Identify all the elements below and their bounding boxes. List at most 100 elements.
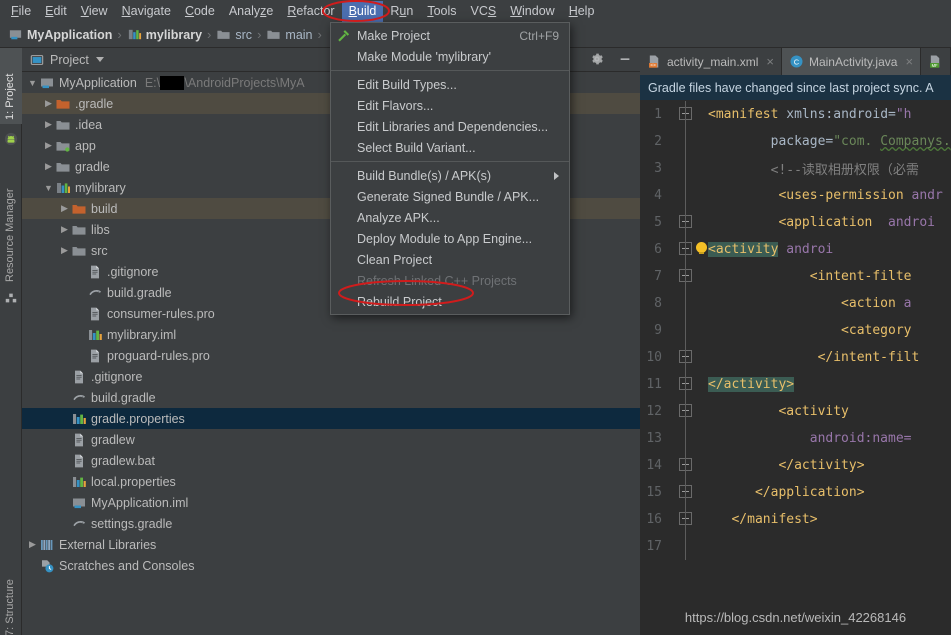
tree-row[interactable]: ▶ gradle.properties — [22, 408, 640, 429]
gradle-sync-notification-banner[interactable]: Gradle files have changed since last pro… — [640, 75, 951, 101]
chevron-right-icon[interactable]: ▶ — [58, 203, 71, 214]
gradle-file-icon — [73, 520, 85, 526]
java-class-icon: C — [790, 55, 803, 68]
chevron-right-icon[interactable]: ▶ — [42, 161, 55, 172]
menu-item-window[interactable]: Window — [503, 1, 561, 22]
breadcrumb-item-label: mylibrary — [145, 27, 203, 42]
chevron-down-icon[interactable]: ▼ — [26, 78, 39, 88]
minimize-icon[interactable] — [618, 52, 632, 66]
editor-gutter[interactable] — [670, 317, 708, 344]
editor-gutter[interactable] — [670, 506, 708, 533]
gradle-sync-notification-text: Gradle files have changed since last pro… — [648, 80, 934, 95]
menu-item-code[interactable]: Code — [178, 1, 222, 22]
editor-gutter[interactable] — [670, 209, 708, 236]
close-icon[interactable]: × — [766, 54, 774, 69]
editor-tab-manifest[interactable]: MF — [921, 48, 951, 75]
gear-icon[interactable] — [590, 52, 604, 66]
chevron-right-icon[interactable]: ▶ — [42, 119, 55, 130]
code-token: package= — [708, 134, 834, 149]
code-line-text: <category — [708, 323, 951, 338]
sidebar-item-project[interactable]: 1: Project — [0, 48, 22, 124]
chevron-right-icon[interactable]: ▶ — [58, 245, 71, 256]
build-menu-item-select-build-variant[interactable]: Select Build Variant... — [331, 137, 569, 158]
build-menu-dropdown[interactable]: Make Project Ctrl+F9 Make Module 'mylibrar… — [330, 22, 570, 315]
build-menu-item-edit-flavors[interactable]: Edit Flavors... — [331, 95, 569, 116]
build-menu-item-generate-signed-bundle-apk[interactable]: Generate Signed Bundle / APK... — [331, 186, 569, 207]
build-menu-item-edit-libraries-and-dependencies[interactable]: Edit Libraries and Dependencies... — [331, 116, 569, 137]
tree-spacer: ▶ — [58, 476, 71, 487]
breadcrumb-item-main[interactable]: main — [266, 27, 313, 42]
chevron-right-icon[interactable]: ▶ — [42, 98, 55, 109]
menu-item-run[interactable]: Run — [383, 1, 420, 22]
breadcrumb-item-myapplication[interactable]: MyApplication — [8, 27, 112, 42]
editor-gutter[interactable] — [670, 479, 708, 506]
tree-row[interactable]: ▶ proguard-rules.pro — [22, 345, 640, 366]
editor-tab-mainactivity-java[interactable]: C MainActivity.java × — [781, 48, 922, 75]
menu-item-tools[interactable]: Tools — [420, 1, 463, 22]
breadcrumb-item-label: MyApplication — [27, 27, 113, 42]
editor-gutter[interactable] — [670, 533, 708, 560]
menu-item-edit[interactable]: Edit — [38, 1, 74, 22]
tree-row[interactable]: ▶ settings.gradle — [22, 513, 640, 534]
code-token: androi — [778, 242, 834, 257]
chevron-right-icon[interactable]: ▶ — [42, 140, 55, 151]
code-editor[interactable]: 1 <manifest xmlns:android="h 2 package="co… — [640, 101, 951, 635]
build-menu-item-clean-project[interactable]: Clean Project — [331, 249, 569, 270]
tree-row-label: local.properties — [91, 474, 176, 489]
build-menu-item-build-bundle-s-apk-s[interactable]: Build Bundle(s) / APK(s) — [331, 165, 569, 186]
code-line: 5 <application androi — [640, 209, 951, 236]
build-menu-item-rebuild-project[interactable]: Rebuild Project — [331, 291, 569, 312]
menu-item-analyze[interactable]: Analyze — [222, 1, 280, 22]
chevron-down-icon[interactable] — [95, 57, 104, 62]
editor-tab-activity-main-xml[interactable]: <> activity_main.xml × — [640, 48, 782, 75]
chevron-right-icon[interactable]: ▶ — [26, 539, 39, 550]
tree-row[interactable]: ▶ build.gradle — [22, 387, 640, 408]
breadcrumb-item-mylibrary[interactable]: mylibrary — [127, 27, 202, 42]
menu-item-refactor[interactable]: Refactor — [280, 1, 341, 22]
chevron-down-icon[interactable]: ▼ — [42, 183, 55, 193]
editor-gutter[interactable] — [670, 452, 708, 479]
tree-row[interactable]: ▶ MyApplication.iml — [22, 492, 640, 513]
build-menu-item-label: Rebuild Project — [357, 294, 442, 309]
build-menu-item-make-project[interactable]: Make Project Ctrl+F9 — [331, 25, 569, 46]
manifest-icon: MF — [930, 55, 940, 68]
line-number: 7 — [654, 269, 662, 284]
tree-row[interactable]: ▶ gradlew.bat — [22, 450, 640, 471]
sidebar-item-structure-label: 7: Structure — [4, 579, 16, 635]
build-menu-item-analyze-apk[interactable]: Analyze APK... — [331, 207, 569, 228]
breadcrumb-item-src[interactable]: src — [216, 27, 252, 42]
menu-item-help[interactable]: Help — [562, 1, 602, 22]
chevron-right-icon[interactable]: ▶ — [58, 224, 71, 235]
menu-item-vcs[interactable]: VCS — [464, 1, 504, 22]
editor-gutter[interactable] — [670, 344, 708, 371]
editor-gutter[interactable] — [670, 425, 708, 452]
menu-item-build[interactable]: Build — [341, 0, 384, 22]
sidebar-item-resource-manager[interactable]: Resource Manager — [0, 154, 22, 286]
editor-gutter[interactable] — [670, 182, 708, 209]
menu-item-view[interactable]: View — [74, 1, 115, 22]
tree-row[interactable]: ▶ Scratches and Consoles — [22, 555, 640, 576]
sidebar-item-structure[interactable]: 7: Structure — [0, 548, 22, 635]
menu-item-file[interactable]: File — [4, 1, 38, 22]
editor-gutter[interactable] — [670, 371, 708, 398]
editor-gutter[interactable] — [670, 398, 708, 425]
tree-row[interactable]: ▶ .gitignore — [22, 366, 640, 387]
tree-row[interactable]: ▶ gradlew — [22, 429, 640, 450]
intention-bulb-icon[interactable] — [696, 242, 707, 254]
editor-gutter[interactable] — [670, 290, 708, 317]
editor-gutter[interactable] — [670, 128, 708, 155]
build-menu-item-deploy-module-to-app-engine[interactable]: Deploy Module to App Engine... — [331, 228, 569, 249]
close-icon[interactable]: × — [905, 54, 913, 69]
editor-gutter[interactable] — [670, 155, 708, 182]
editor-gutter[interactable] — [670, 236, 708, 263]
tree-row[interactable]: ▶ mylibrary.iml — [22, 324, 640, 345]
tree-row[interactable]: ▶ External Libraries — [22, 534, 640, 555]
editor-gutter[interactable] — [670, 263, 708, 290]
project-panel-title: Project — [50, 52, 89, 67]
tree-spacer: ▶ — [74, 308, 87, 319]
tree-row[interactable]: ▶ local.properties — [22, 471, 640, 492]
editor-gutter[interactable] — [670, 101, 708, 128]
menu-item-navigate[interactable]: Navigate — [115, 1, 178, 22]
build-menu-item-edit-build-types[interactable]: Edit Build Types... — [331, 74, 569, 95]
build-menu-item-make-module-mylibrary[interactable]: Make Module 'mylibrary' — [331, 46, 569, 67]
